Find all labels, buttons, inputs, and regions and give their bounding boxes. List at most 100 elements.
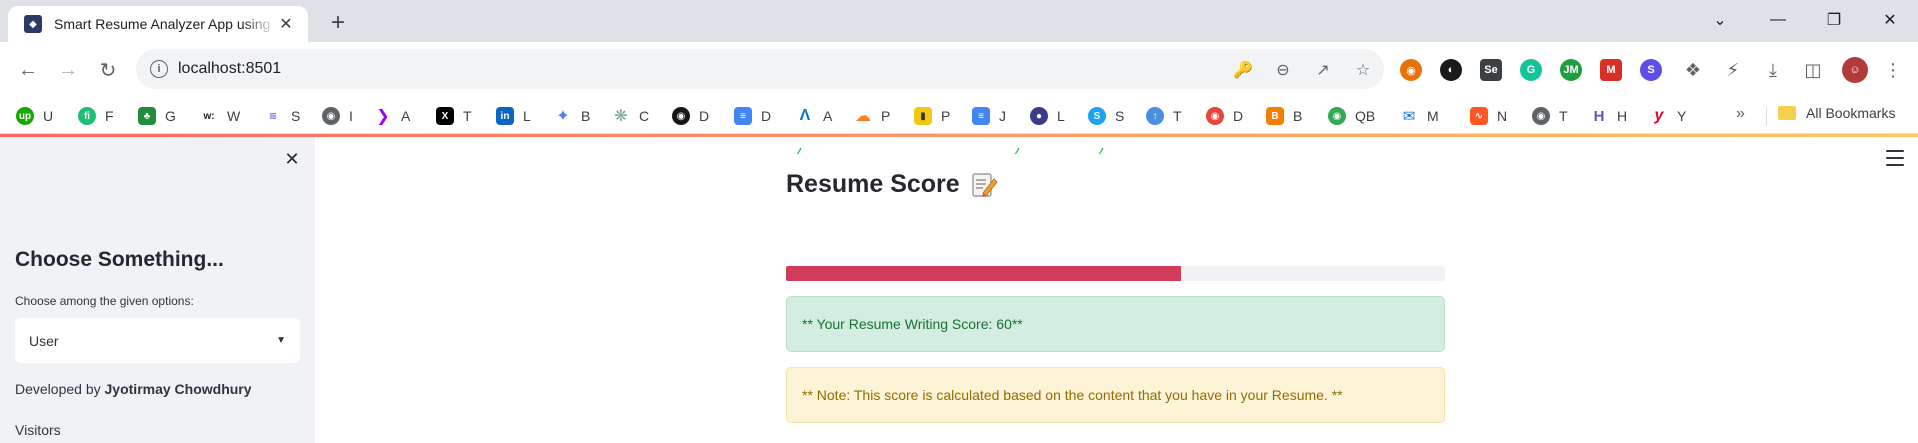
bookmark-item[interactable]: ≌ S: [264, 105, 301, 127]
bookmark-label: B: [1293, 108, 1303, 124]
bookmark-item[interactable]: ΛA: [796, 105, 833, 127]
bookmark-item[interactable]: XT: [436, 105, 472, 127]
profile-avatar[interactable]: ☺: [1842, 57, 1868, 83]
close-sidebar-icon[interactable]: ✕: [282, 149, 302, 169]
mail-icon: ✉: [1402, 108, 1416, 125]
wave-icon: ∿: [1470, 107, 1488, 125]
side-panel-icon[interactable]: ◫: [1800, 57, 1826, 83]
bookmark-item[interactable]: ◉ D: [672, 105, 709, 127]
upwork-icon: up: [16, 107, 34, 125]
bookmark-label: J: [999, 108, 1006, 124]
y-logo-icon: y: [1654, 107, 1664, 124]
accenture-icon: ❯: [376, 108, 390, 125]
docs-icon: ≡: [734, 107, 752, 125]
menu-dots-icon[interactable]: ⋮: [1880, 57, 1906, 83]
app-viewport: ✕ Choose Something... Choose among the g…: [0, 134, 1918, 443]
bookmark-item[interactable]: ≡ J: [972, 105, 1006, 127]
extension-half-circle-icon[interactable]: ◐: [1440, 59, 1462, 81]
bookmark-item[interactable]: fi F: [78, 105, 114, 127]
bookmark-item[interactable]: ↑ T: [1146, 105, 1182, 127]
extension-selenium-icon[interactable]: Se: [1480, 59, 1502, 81]
bookmark-item[interactable]: ◉ D: [1206, 105, 1243, 127]
download-icon[interactable]: ⤓: [1760, 57, 1786, 83]
bookmark-label: P: [941, 108, 951, 124]
close-window-button[interactable]: ✕: [1870, 6, 1910, 34]
bookmark-item[interactable]: ♣ G: [138, 105, 176, 127]
bookmark-label: T: [1173, 108, 1182, 124]
bookmark-item[interactable]: ✦ B: [554, 105, 590, 127]
zoom-icon[interactable]: ⊖: [1272, 59, 1294, 81]
docs-icon: ≡: [972, 107, 990, 125]
restore-button[interactable]: ❐: [1814, 6, 1854, 34]
bookmark-item[interactable]: ∿ N: [1470, 105, 1507, 127]
bookmark-item[interactable]: ▮ P: [914, 105, 950, 127]
reload-button[interactable]: ↻: [94, 56, 122, 84]
extensions-puzzle-icon[interactable]: ❖: [1680, 57, 1706, 83]
bookmark-item[interactable]: ≡ D: [734, 105, 771, 127]
bookmark-label: N: [1497, 108, 1508, 124]
address-bar[interactable]: i localhost:8501 🔑 ⊖ ↗ ☆: [136, 49, 1384, 89]
score-note-text: ** Note: This score is calculated based …: [802, 387, 1343, 403]
extension-shield-icon[interactable]: ◉: [1400, 59, 1422, 81]
bookmark-item[interactable]: ◉ I: [322, 105, 353, 127]
folder-icon: [1778, 106, 1796, 120]
bookmark-star-icon[interactable]: ☆: [1352, 59, 1374, 81]
all-bookmarks-label: All Bookmarks: [1806, 105, 1896, 121]
site-info-icon[interactable]: i: [150, 60, 168, 78]
all-bookmarks-button[interactable]: All Bookmarks: [1778, 105, 1895, 121]
extension-s-icon[interactable]: S: [1640, 59, 1662, 81]
bookmark-item[interactable]: up U: [16, 105, 53, 127]
bookmark-item[interactable]: ◉ QB: [1328, 105, 1375, 127]
bookmark-item[interactable]: BB: [1266, 105, 1302, 127]
bookmark-item[interactable]: ● L: [1030, 105, 1065, 127]
browser-tab[interactable]: ◆ Smart Resume Analyzer App using Python…: [8, 6, 308, 42]
forward-button[interactable]: →: [54, 56, 82, 84]
score-note-alert: ** Note: This score is calculated based …: [786, 367, 1445, 423]
tab-search-chevron-icon[interactable]: ⌄: [1700, 6, 1740, 34]
bookmark-item[interactable]: ☁ P: [854, 105, 890, 127]
performance-icon[interactable]: ⚡: [1720, 57, 1746, 83]
bookmark-item[interactable]: ❋ C: [612, 105, 649, 127]
bookmark-label: D: [761, 108, 772, 124]
extension-mcafee-icon[interactable]: M: [1600, 59, 1622, 81]
bookmark-item[interactable]: SS: [1088, 105, 1124, 127]
app-favicon-icon: ◆: [24, 15, 42, 33]
bookmark-item[interactable]: ◉ T: [1532, 105, 1568, 127]
close-tab-icon[interactable]: ✕: [276, 14, 296, 34]
key-icon[interactable]: 🔑: [1232, 59, 1254, 81]
bookmark-item[interactable]: in L: [496, 105, 531, 127]
powerbi-icon: ▮: [914, 107, 932, 125]
sidebar: ✕ Choose Something... Choose among the g…: [0, 137, 315, 443]
minimize-button[interactable]: —: [1758, 6, 1798, 34]
bookmark-label: U: [43, 108, 54, 124]
openai-icon: ❋: [614, 108, 628, 125]
section-title-text: Resume Score: [786, 170, 960, 198]
bookmarks-divider: [1766, 108, 1767, 126]
extension-grammarly-icon[interactable]: G: [1520, 59, 1542, 81]
bookmark-label: S: [291, 108, 301, 124]
developer-name: Jyotirmay Chowdhury: [104, 381, 252, 397]
bookmark-item[interactable]: ❯ A: [374, 105, 410, 127]
bookmark-item[interactable]: yY: [1650, 105, 1687, 127]
fiverr-icon: fi: [78, 107, 96, 125]
back-button[interactable]: ←: [14, 56, 42, 84]
bookmark-label: QB: [1355, 108, 1376, 124]
bookmark-label: M: [1427, 108, 1439, 124]
bookmark-item[interactable]: HH: [1590, 105, 1628, 127]
caret-down-icon: ▼: [276, 335, 286, 346]
new-tab-button[interactable]: +: [324, 9, 352, 37]
bookmarks-bar: up U fi F ♣ G w: W ≌ S ◉ I ❯ A XT in L ✦ B ❋ C ◉ D …: [0, 98, 1918, 134]
extension-jm-icon[interactable]: JM: [1560, 59, 1582, 81]
score-progress-bar: [786, 266, 1445, 281]
url-text[interactable]: localhost:8501: [178, 60, 281, 78]
role-select[interactable]: User ▼: [15, 318, 300, 363]
select-value: User: [29, 332, 59, 349]
bookmark-label: H: [1617, 108, 1628, 124]
share-icon[interactable]: ↗: [1312, 59, 1334, 81]
hamburger-menu-icon[interactable]: [1886, 150, 1904, 166]
bookmark-label: D: [699, 108, 710, 124]
more-bookmarks-chevron-icon[interactable]: »: [1736, 105, 1745, 123]
bookmark-item[interactable]: ✉ M: [1400, 105, 1439, 127]
bookmark-label: D: [1233, 108, 1244, 124]
bookmark-item[interactable]: w: W: [200, 105, 240, 127]
